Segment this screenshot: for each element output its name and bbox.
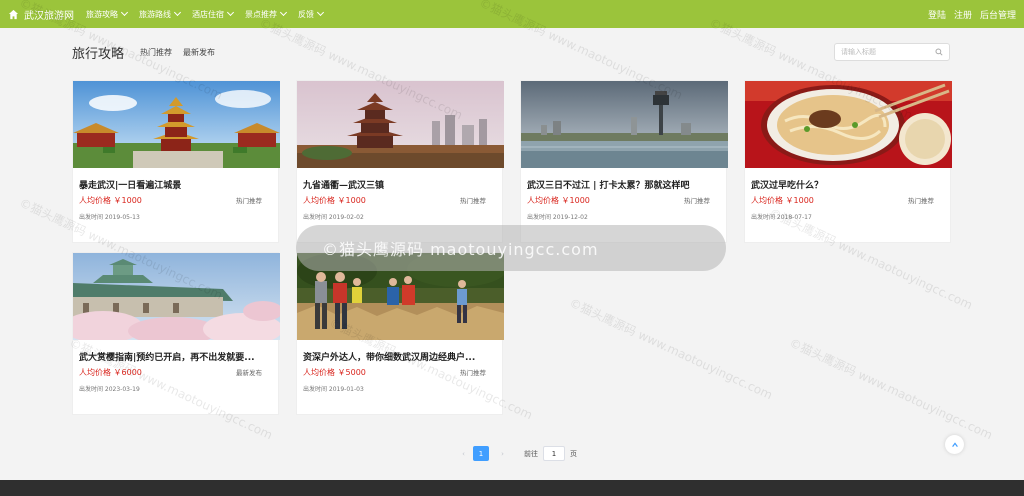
tab-latest[interactable]: 最新发布 [183,47,215,58]
nav-label: 反馈 [298,9,314,19]
admin-link[interactable]: 后台管理 [980,8,1016,21]
guide-card[interactable]: 武汉过早吃什么？ 人均价格 ￥1000 热门推荐 出发时间 2018-07-17 [744,80,952,243]
card-image-yellow-crane-tower[interactable] [73,81,280,168]
nav-label: 酒店住宿 [192,9,224,19]
tab-hot[interactable]: 热门推荐 [140,47,172,58]
card-title[interactable]: 武汉过早吃什么？ [751,178,943,191]
card-price: 人均价格 ￥1000 [303,196,366,205]
guide-card[interactable]: 武汉三日不过江 | 打卡太累？那就这样吧 人均价格 ￥1000 热门推荐 出发时… [520,80,728,243]
card-tag: 热门推荐 [460,197,486,205]
guide-card[interactable]: 暴走武汉|一日看遍江城景 人均价格 ￥1000 热门推荐 出发时间 2019-0… [72,80,280,243]
card-tag: 热门推荐 [908,197,934,205]
card-date: 出发时间 2019-12-02 [527,214,588,221]
card-title[interactable]: 武大赏樱指南|预约已开启，再不出发就要... [79,350,271,363]
card-tag: 最新发布 [236,369,262,377]
home-icon [8,9,19,19]
nav-item-hotels[interactable]: 酒店住宿 [192,8,235,20]
search-icon[interactable] [935,48,943,56]
card-date: 出发时间 2023-03-19 [79,386,140,393]
next-page-button[interactable]: › [495,446,510,461]
guide-card[interactable]: 武大赏樱指南|预约已开启，再不出发就要... 人均价格 ￥6000 最新发布 出… [72,252,280,415]
brand-name: 武汉旅游网 [24,10,74,22]
card-image-cherry-blossom-campus[interactable] [73,253,280,340]
card-price: 人均价格 ￥1000 [79,196,142,205]
card-price: 人均价格 ￥5000 [303,368,366,377]
guide-card[interactable]: 资深户外达人，带你细数武汉周边经典户... 人均价格 ￥5000 热门推荐 出发… [296,252,504,415]
pagination: ‹ 1 › 前往 页 [456,446,577,461]
card-title[interactable]: 九省通衢—武汉三镇 [303,178,495,191]
chevron-down-icon [173,8,182,17]
chevron-down-icon [279,8,288,17]
card-price: 人均价格 ￥1000 [527,196,590,205]
card-tag: 热门推荐 [460,369,486,377]
card-image-noodle-bowl[interactable] [745,81,952,168]
top-navbar: 武汉旅游网 旅游攻略 旅游路线 酒店住宿 景点推荐 反馈 登陆 注册 后台管理 [0,0,1024,28]
nav-item-routes[interactable]: 旅游路线 [139,8,182,20]
card-title[interactable]: 资深户外达人，带你细数武汉周边经典户... [303,350,495,363]
footer-bar [0,480,1024,496]
guide-card[interactable]: 九省通衢—武汉三镇 人均价格 ￥1000 热门推荐 出发时间 2019-02-0… [296,80,504,243]
nav-item-feedback[interactable]: 反馈 [298,8,325,20]
nav-account-links: 登陆 注册 后台管理 [928,8,1016,21]
page-number-active[interactable]: 1 [473,446,489,461]
nav-item-attractions[interactable]: 景点推荐 [245,8,288,20]
login-link[interactable]: 登陆 [928,8,946,21]
chevron-down-icon [226,8,235,17]
card-date: 出发时间 2019-01-03 [303,386,364,393]
watermark: ©猫头鹰源码 www.maotouyingcc.com [787,335,995,443]
page-header: 旅行攻略 热门推荐 最新发布 [72,42,950,62]
watermark: ©猫头鹰源码 www.maotouyingcc.com [567,295,775,403]
card-image-hikers[interactable] [297,253,504,340]
nav-label: 旅游路线 [139,9,171,19]
chevron-down-icon [316,8,325,17]
card-title[interactable]: 暴走武汉|一日看遍江城景 [79,178,271,191]
goto-label: 前往 [524,449,538,458]
card-tag: 热门推荐 [684,197,710,205]
brand[interactable]: 武汉旅游网 [8,7,74,22]
card-image-riverside-city[interactable] [521,81,728,168]
card-date: 出发时间 2019-02-02 [303,214,364,221]
card-price: 人均价格 ￥1000 [751,196,814,205]
card-image-tower-city-view[interactable] [297,81,504,168]
page-title: 旅行攻略 [72,46,125,62]
register-link[interactable]: 注册 [954,8,972,21]
nav-label: 旅游攻略 [86,9,118,19]
nav-label: 景点推荐 [245,9,277,19]
card-date: 出发时间 2019-05-13 [79,214,140,221]
nav-item-guides[interactable]: 旅游攻略 [86,8,129,20]
back-to-top-button[interactable] [945,435,964,454]
card-tag: 热门推荐 [236,197,262,205]
goto-page-input[interactable] [543,446,565,461]
page-unit-label: 页 [570,449,577,458]
caret-up-icon [951,441,958,447]
prev-page-button[interactable]: ‹ [456,446,471,461]
chevron-down-icon [120,8,129,17]
card-title[interactable]: 武汉三日不过江 | 打卡太累？那就这样吧 [527,178,719,191]
search-input[interactable] [841,48,933,56]
page-jumper: 前往 页 [524,446,577,461]
search-box [834,43,950,61]
card-date: 出发时间 2018-07-17 [751,214,812,221]
card-price: 人均价格 ￥6000 [79,368,142,377]
